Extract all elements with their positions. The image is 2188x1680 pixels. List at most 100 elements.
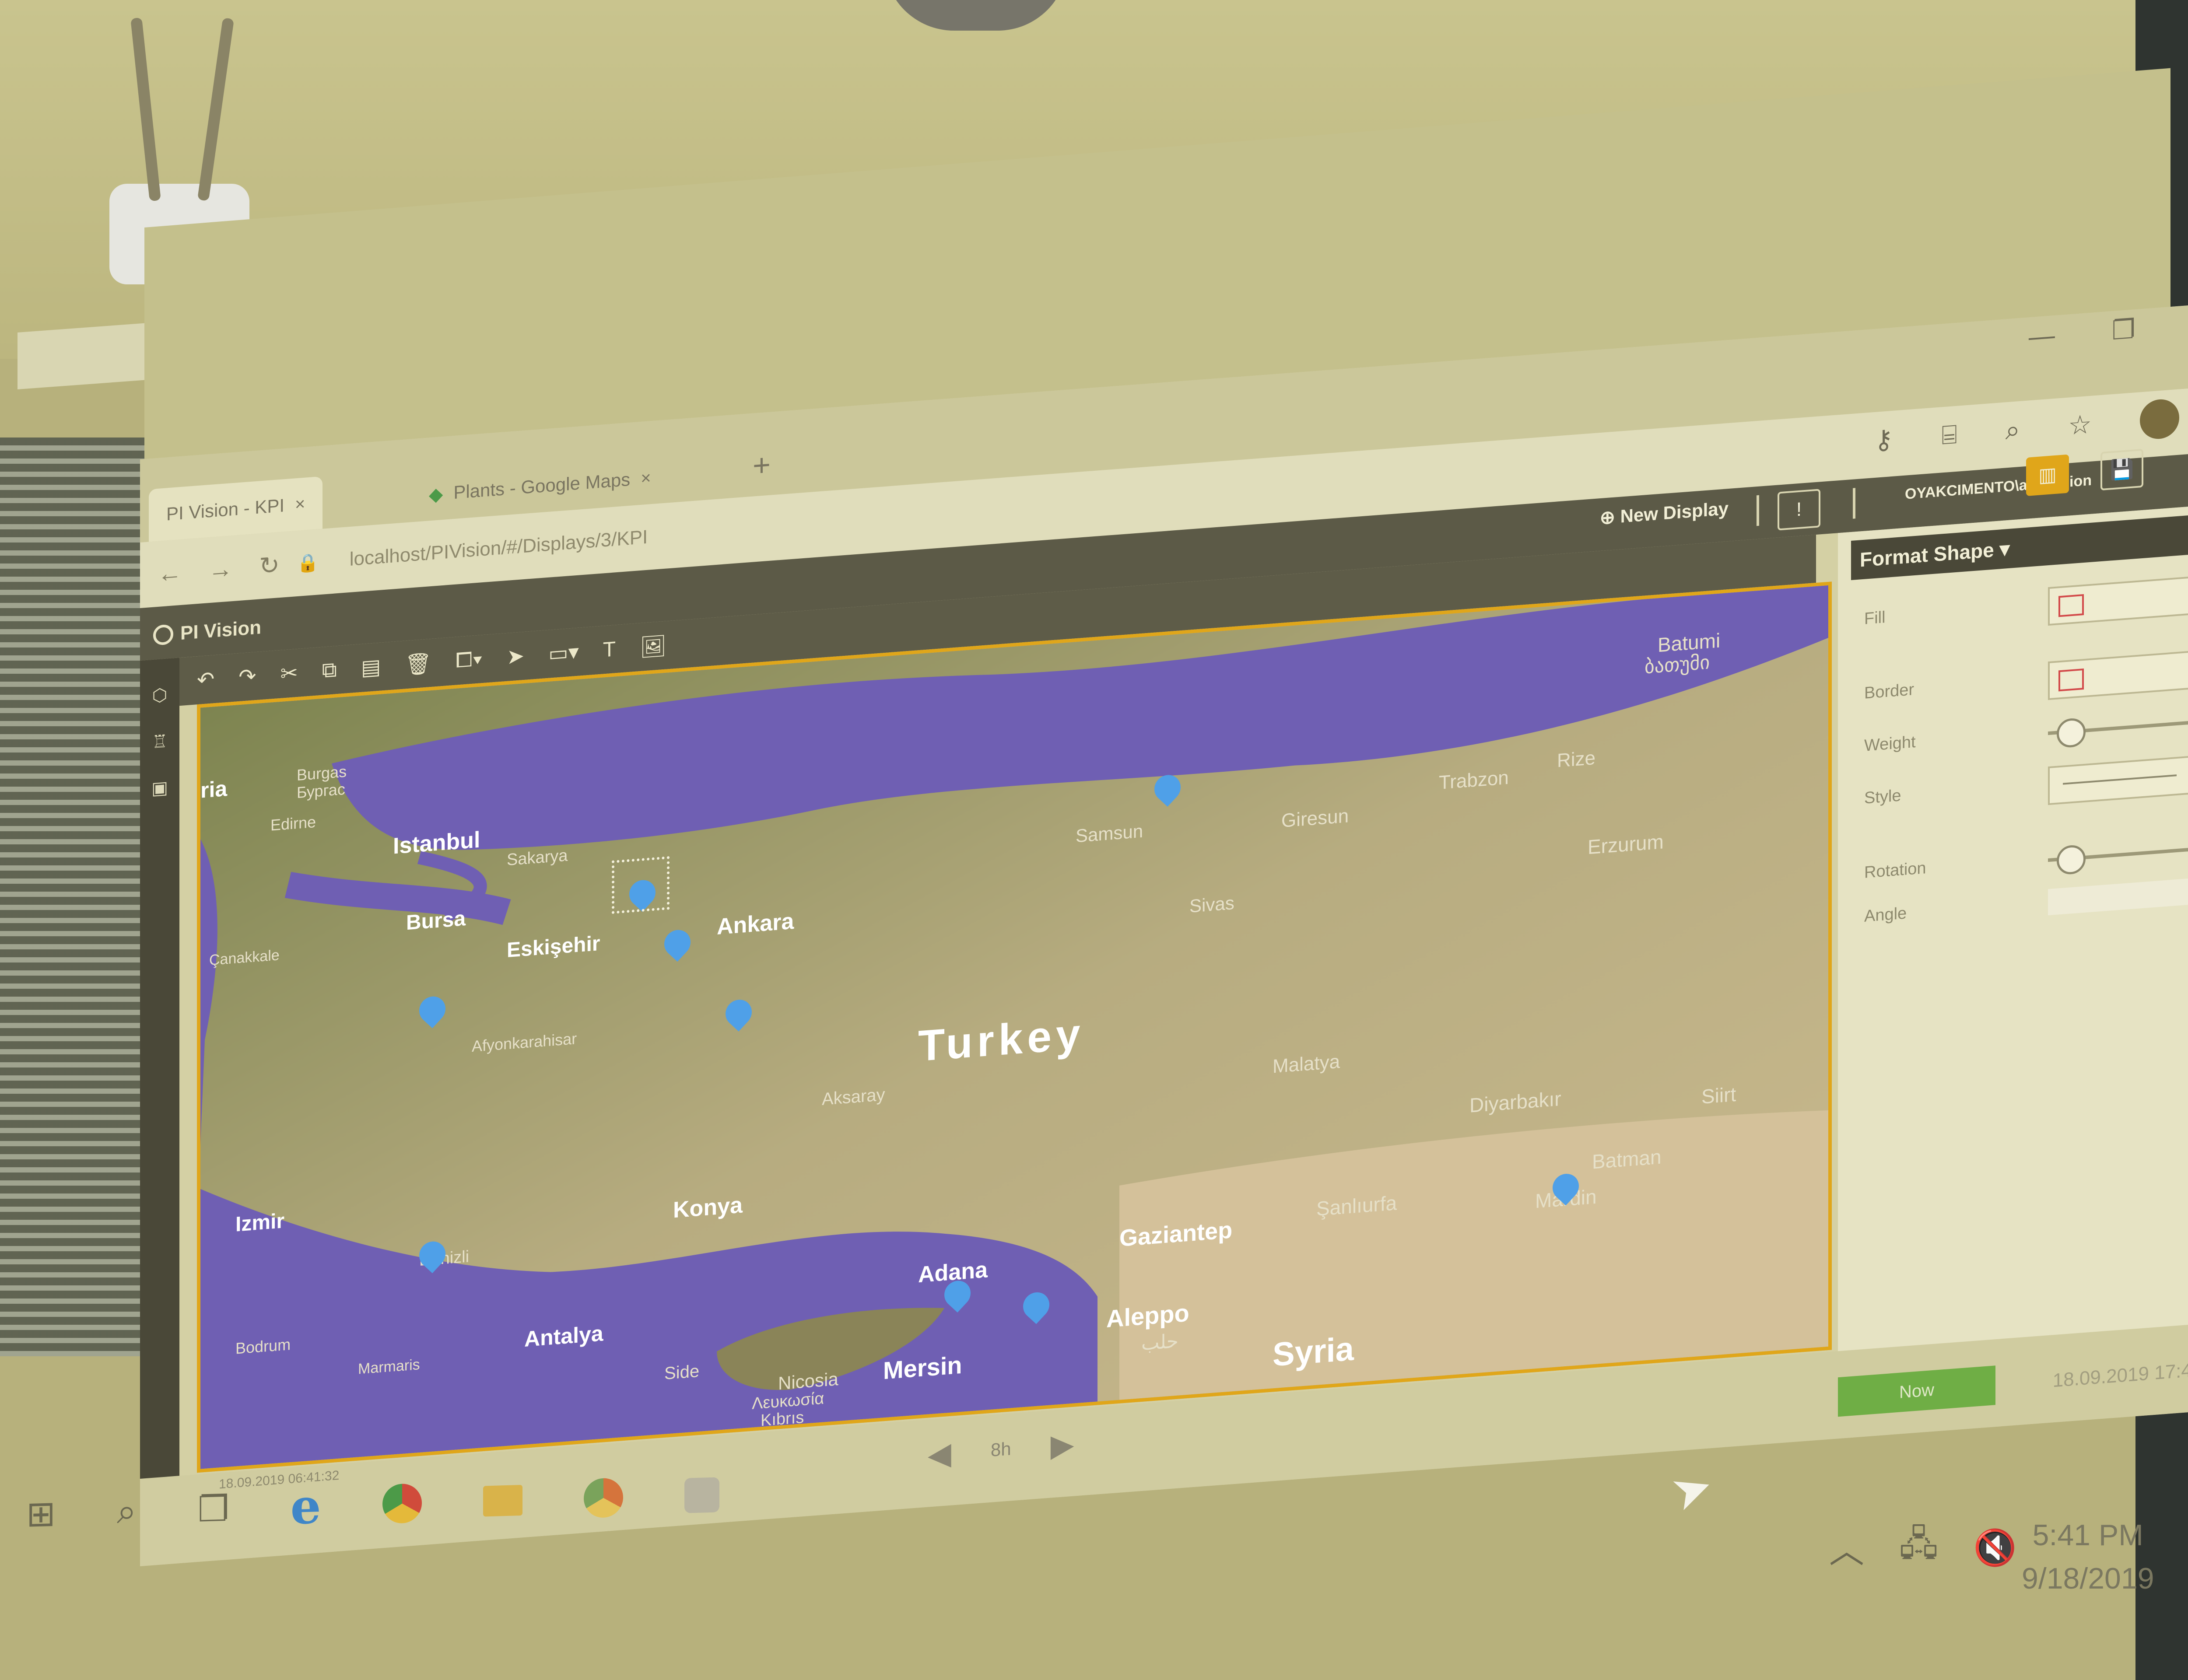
undo-icon[interactable]: ↶ — [197, 667, 214, 693]
arrange-icon[interactable]: ⧠▾ — [456, 647, 483, 673]
translate-icon[interactable]: ⌸ — [1942, 419, 1957, 451]
map-label: Mersin — [883, 1351, 962, 1385]
map-label: Konya — [673, 1192, 743, 1223]
app-name: PI Vision — [180, 616, 262, 644]
end-time[interactable]: 18.09.2019 17:41:0 — [2053, 1358, 2188, 1392]
fill-label: Fill — [1864, 608, 1886, 628]
text-tool-icon[interactable]: T — [603, 637, 616, 662]
map-label: Side — [664, 1361, 700, 1383]
map-label: Syria — [1273, 1330, 1354, 1374]
task-view-icon[interactable]: ❐ — [198, 1488, 229, 1530]
maps-icon: ◆ — [429, 483, 443, 505]
redo-icon[interactable]: ↷ — [238, 664, 256, 690]
reload-icon[interactable]: ↻ — [259, 550, 280, 581]
window-blinds — [0, 438, 158, 1356]
map-label: حلب — [1141, 1330, 1178, 1354]
no-border-swatch-icon — [2058, 668, 2084, 692]
weight-slider[interactable] — [2048, 717, 2188, 749]
map-label: Izmir — [235, 1209, 285, 1236]
chrome-icon[interactable] — [382, 1483, 422, 1524]
map-label: Kıbrıs — [761, 1408, 804, 1430]
alert-button[interactable]: ! — [1778, 489, 1820, 531]
delete-icon[interactable]: 🗑 — [405, 650, 431, 677]
tab-label: PI Vision - KPI — [166, 495, 285, 525]
forward-icon[interactable]: → — [208, 554, 233, 584]
star-icon[interactable]: ☆ — [2068, 409, 2092, 441]
new-display-button[interactable]: ⊕ New Display — [1600, 497, 1729, 528]
avatar[interactable] — [2140, 398, 2179, 441]
map-label: Sivas — [1189, 892, 1234, 917]
border-label: Border — [1864, 680, 1914, 703]
browser-window: PI Vision - KPI × ◆ Plants - Google Maps… — [140, 302, 2188, 1567]
rotation-label: Rotation — [1864, 859, 1926, 882]
separator — [1853, 488, 1855, 519]
minimize-icon[interactable]: — — [2029, 320, 2055, 353]
format-shape-label: Format Shape — [1860, 538, 1994, 571]
copy-icon[interactable]: ⧉ — [322, 658, 337, 683]
clock-date: 9/18/2019 — [2022, 1561, 2154, 1595]
chrome-profile-icon[interactable] — [583, 1477, 623, 1519]
assets-icon[interactable]: ⬡ — [140, 684, 179, 707]
zoom-icon[interactable]: ⌕ — [2006, 414, 2020, 446]
nav-buttons: ← → ↻ — [158, 550, 280, 588]
map-label: Edirne — [270, 812, 316, 834]
search-icon[interactable]: ⌕ — [117, 1491, 137, 1532]
angle-label: Angle — [1864, 904, 1907, 926]
chevron-down-icon: ▾ — [1999, 537, 2010, 561]
map-label: ria — [200, 776, 228, 803]
now-button[interactable]: Now — [1838, 1365, 1995, 1417]
chevron-up-icon[interactable]: ︿ — [1829, 1522, 1864, 1573]
slider-knob[interactable] — [2057, 844, 2086, 875]
rotation-slider[interactable] — [2048, 844, 2188, 875]
separator — [1757, 495, 1759, 526]
volume-muted-icon[interactable]: 🔇 — [1973, 1527, 2017, 1568]
network-icon[interactable]: 🖧 — [1899, 1518, 1938, 1578]
display-canvas[interactable]: Batumi ბათუმი Samsun Giresun Trabzon Riz… — [197, 581, 1832, 1473]
plus-circle-icon: ⊕ — [1599, 506, 1615, 528]
line-style-dropdown[interactable]: ▾ — [2048, 753, 2188, 805]
file-explorer-icon[interactable] — [483, 1485, 522, 1517]
cut-icon[interactable]: ✂ — [280, 661, 298, 686]
back-icon[interactable]: ← — [158, 558, 182, 588]
save-button[interactable]: 💾 — [2100, 448, 2143, 491]
system-clock[interactable]: 5:41 PM 9/18/2019 — [2022, 1514, 2154, 1600]
left-rail: ⬡ ♖ ▣ — [140, 658, 179, 1536]
tab-label: Plants - Google Maps — [453, 469, 631, 503]
symbols-icon[interactable]: ♖ — [140, 730, 179, 753]
style-label: Style — [1864, 786, 1901, 808]
maximize-icon[interactable]: ❐ — [2112, 314, 2135, 346]
line-style-preview — [2063, 774, 2177, 785]
clock-time: 5:41 PM — [2032, 1519, 2143, 1552]
lock-icon: 🔒 — [297, 552, 319, 574]
close-tab-icon[interactable]: × — [641, 468, 651, 489]
shape-rectangle-icon[interactable]: ▭▾ — [548, 640, 579, 666]
selection-handles[interactable] — [612, 856, 670, 914]
map-label: Bursa — [406, 907, 466, 935]
border-color-picker[interactable]: ▾ — [2048, 648, 2188, 700]
new-display-label: New Display — [1620, 498, 1729, 527]
select-pointer-icon[interactable]: ➤ — [507, 644, 524, 669]
map-label: Rize — [1557, 747, 1596, 772]
internet-explorer-icon[interactable]: e — [291, 1477, 321, 1535]
key-icon[interactable]: ⚷ — [1874, 424, 1893, 456]
displays-icon[interactable]: ▣ — [140, 777, 179, 800]
map-label: Бургас — [297, 780, 345, 802]
system-tray: ︿ 🖧 🔇 — [1829, 1518, 2017, 1578]
no-fill-swatch-icon — [2058, 594, 2084, 617]
app-icon[interactable] — [684, 1477, 719, 1513]
format-shape-panel: ▥ 💾 Format Shape ▾ Fill ▾ Border ▾ Weigh… — [1838, 448, 2188, 1365]
weight-label: Weight — [1864, 732, 1916, 755]
image-tool-icon[interactable]: 🖼 — [640, 633, 666, 660]
close-tab-icon[interactable]: × — [295, 494, 305, 514]
windows-start-icon[interactable]: ⊞ — [26, 1493, 56, 1534]
panel-toggle-button[interactable]: ▥ — [2026, 454, 2069, 496]
paste-icon[interactable]: ▤ — [361, 654, 381, 680]
url-field[interactable]: localhost/PIVision/#/Displays/3/KPI — [350, 526, 648, 570]
map-label: Siirt — [1701, 1082, 1736, 1108]
slider-knob[interactable] — [2057, 717, 2086, 749]
pi-vision-logo[interactable]: PI Vision — [153, 616, 261, 647]
fill-color-picker[interactable]: ▾ — [2048, 574, 2188, 626]
pi-vision-logo-icon — [153, 624, 173, 646]
angle-input[interactable]: 0 — [2048, 876, 2188, 916]
new-tab-button[interactable]: + — [753, 447, 771, 483]
